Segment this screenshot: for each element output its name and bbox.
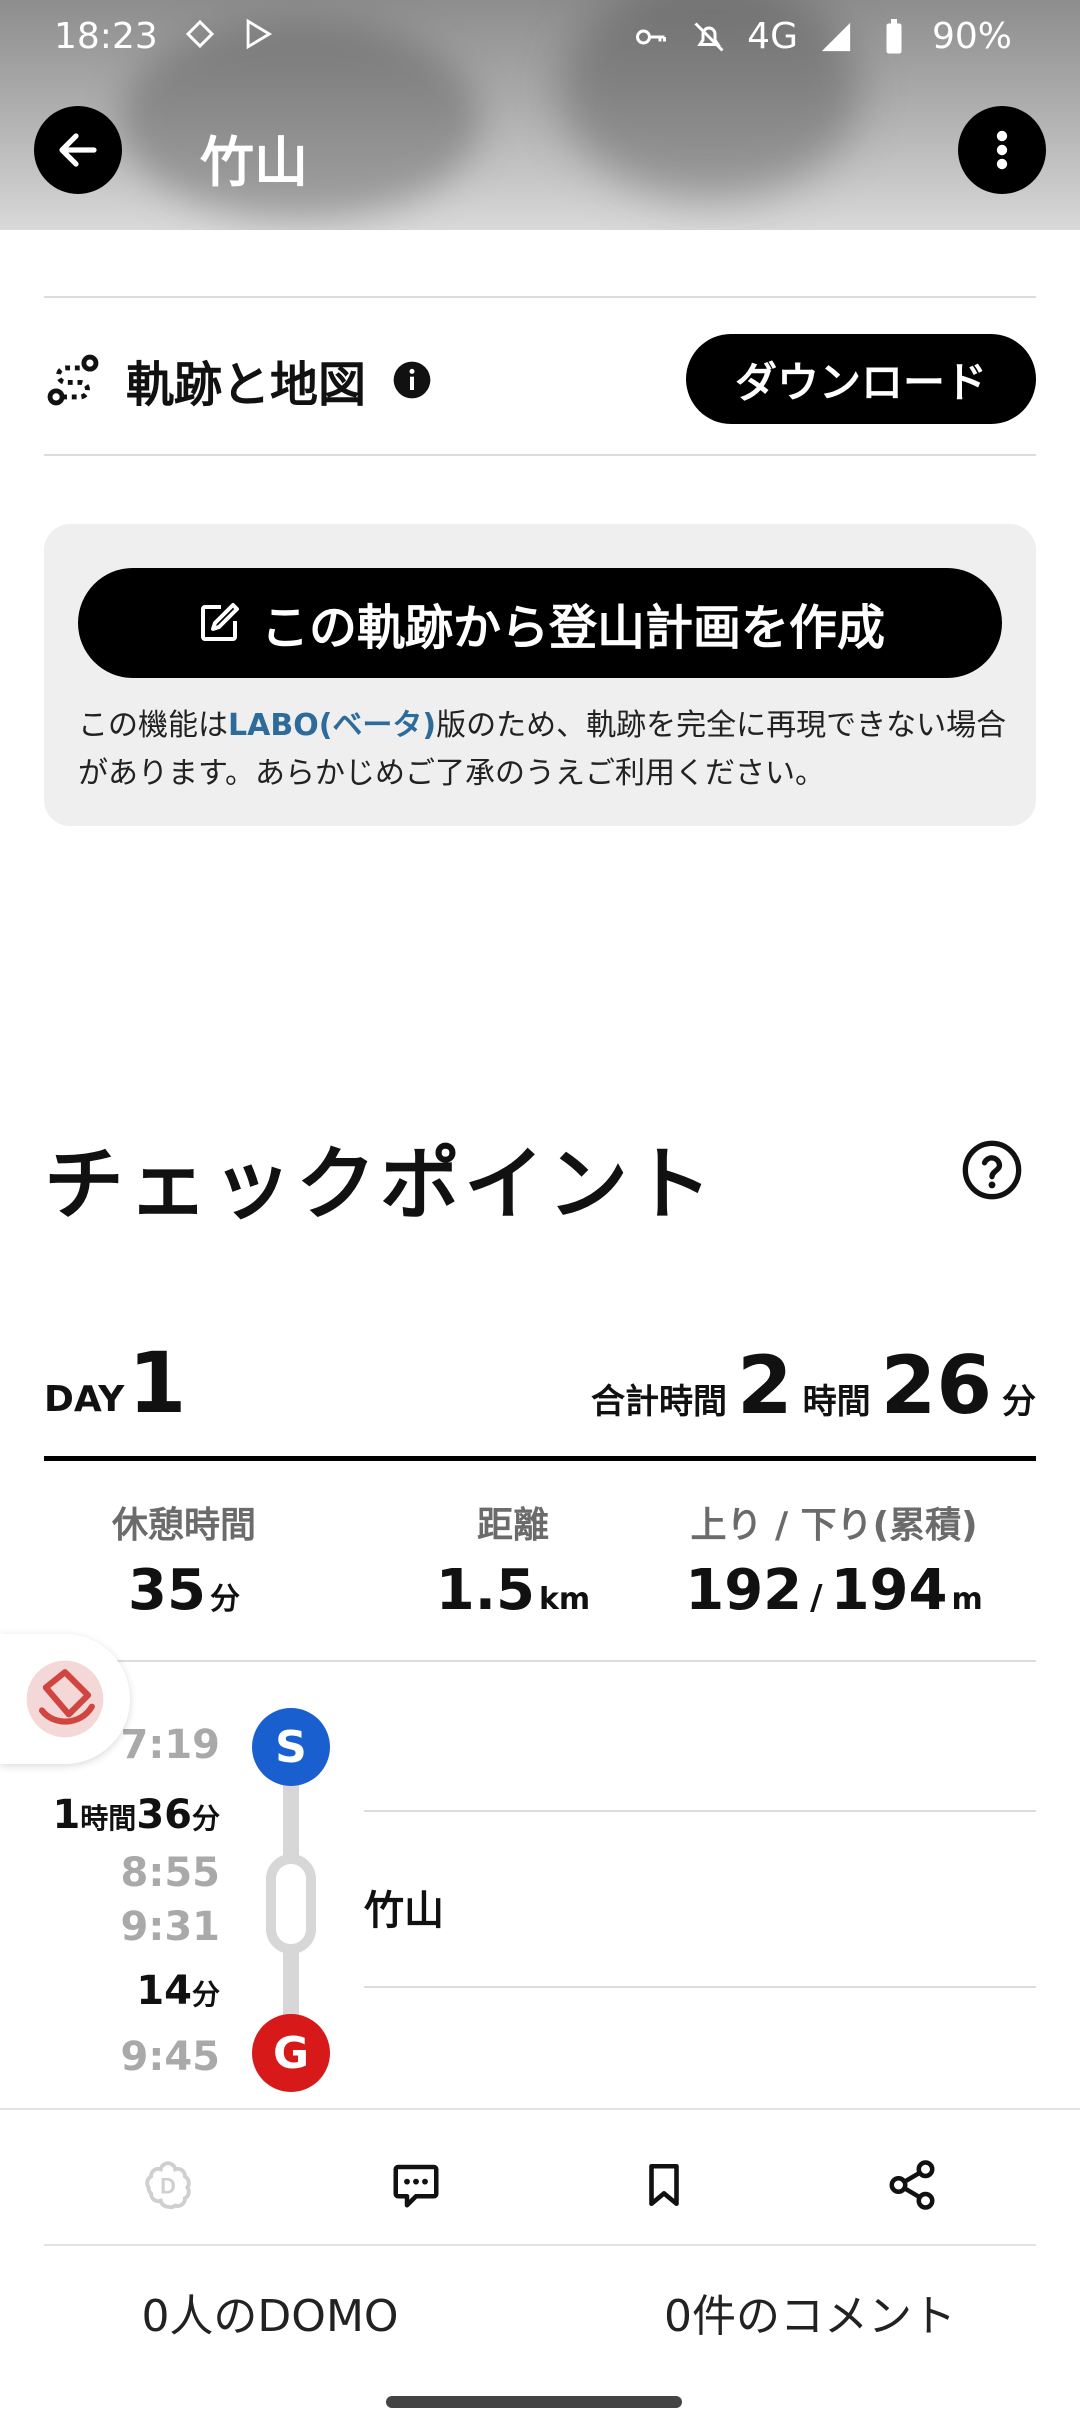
domo-flower-icon: D <box>145 2161 191 2210</box>
info-icon[interactable] <box>392 360 432 400</box>
bottom-action-bar: D 0人のDOMO 0件のコメント <box>0 2108 1080 2432</box>
floating-app-button[interactable] <box>0 1634 130 1764</box>
battery-icon <box>874 17 914 57</box>
share-icon <box>889 2160 935 2210</box>
elevation-stat: 上り / 下り(累積) 192/194 m <box>644 1496 1024 1623</box>
battery-percent: 90% <box>931 16 1012 57</box>
stats-row: 休憩時間 35 分 距離 1.5 km 上り / 下り(累積) 192/194 m <box>44 1496 1036 1623</box>
hours-unit: 時間 <box>802 1382 871 1422</box>
app-logo-icon <box>26 1660 104 1738</box>
distance-value: 1.5 <box>435 1558 535 1623</box>
distance-stat: 距離 1.5 km <box>378 1496 648 1623</box>
divider <box>44 296 1036 298</box>
checkpoint-node <box>266 1854 316 1954</box>
elevation-up: 192 <box>685 1558 803 1623</box>
day-summary: DAY 1 合計時間 2 時間 26 分 <box>44 1320 1036 1440</box>
more-menu-button[interactable] <box>958 106 1046 194</box>
rest-time-unit: 分 <box>209 1582 240 1617</box>
divider <box>364 1986 1036 1988</box>
domo-button[interactable]: D <box>133 2150 203 2220</box>
bookmark-button[interactable] <box>629 2150 699 2220</box>
more-vertical-icon <box>996 130 1008 170</box>
page-title: 竹山 <box>200 131 308 194</box>
elevation-separator: / <box>810 1578 823 1618</box>
svg-text:D: D <box>160 2173 176 2198</box>
play-store-icon <box>238 14 278 54</box>
rest-time-label: 休憩時間 <box>111 1505 256 1546</box>
rest-time-stat: 休憩時間 35 分 <box>74 1496 294 1623</box>
goal-time: 9:45 <box>120 2034 221 2080</box>
app-notification-icon <box>180 14 220 54</box>
divider <box>44 2244 1036 2246</box>
create-plan-label: この軌跡から登山計画を作成 <box>260 600 885 656</box>
comment-count[interactable]: 0件のコメント <box>540 2280 1080 2344</box>
comment-icon <box>393 2164 439 2208</box>
total-hours: 2 <box>737 1339 793 1432</box>
elevation-down: 194 <box>830 1558 948 1623</box>
checkpoint-name[interactable]: 竹山 <box>364 1878 444 1936</box>
signal-icon <box>816 17 856 57</box>
network-label: 4G <box>747 16 798 57</box>
distance-unit: km <box>538 1582 591 1617</box>
elevation-label: 上り / 下り(累積) <box>690 1505 978 1546</box>
help-icon[interactable] <box>960 1138 1024 1202</box>
seg2-minutes-unit: 分 <box>191 1978 220 2011</box>
seg2-minutes: 14 <box>136 1968 192 2014</box>
download-button[interactable]: ダウンロード <box>686 334 1036 424</box>
beta-note-prefix: この機能は <box>78 708 228 743</box>
divider <box>44 1456 1036 1461</box>
status-bar: 18:23 4G 90% <box>0 0 1080 76</box>
route-icon <box>47 354 99 406</box>
segment-duration: 1時間36分 <box>40 1792 220 1838</box>
track-and-map-row: 軌跡と地図 ダウンロード <box>44 330 1036 430</box>
rest-time-value: 35 <box>128 1558 206 1623</box>
elevation-unit: m <box>951 1582 983 1617</box>
start-badge: S <box>252 1708 330 1786</box>
divider <box>44 1660 1036 1662</box>
status-time: 18:23 <box>54 16 158 57</box>
back-button[interactable] <box>34 106 122 194</box>
create-plan-button[interactable]: この軌跡から登山計画を作成 <box>78 568 1002 678</box>
edit-icon <box>200 603 239 641</box>
total-time: 合計時間 2 時間 26 分 <box>591 1339 1036 1432</box>
seg1-minutes-unit: 分 <box>191 1802 220 1835</box>
mute-icon <box>689 17 729 57</box>
vpn-key-icon <box>631 17 671 57</box>
divider <box>364 1810 1036 1812</box>
labo-link[interactable]: LABO(ベータ) <box>228 708 436 743</box>
home-indicator[interactable] <box>386 2396 682 2408</box>
comment-button[interactable] <box>381 2150 451 2220</box>
share-button[interactable] <box>877 2150 947 2220</box>
track-label: 軌跡と地図 <box>126 357 367 413</box>
arrive-time: 8:55 <box>120 1850 221 1896</box>
header: 18:23 4G 90% 竹山 <box>0 0 1080 230</box>
arrow-left-icon <box>59 133 97 167</box>
seg1-minutes: 36 <box>136 1792 192 1838</box>
seg1-hours-unit: 時間 <box>80 1802 137 1835</box>
total-time-label: 合計時間 <box>591 1382 727 1422</box>
seg1-hours: 1 <box>52 1792 81 1838</box>
plan-box: この軌跡から登山計画を作成 この機能はLABO(ベータ)版のため、軌跡を完全に再… <box>44 524 1036 826</box>
divider <box>44 454 1036 456</box>
distance-label: 距離 <box>476 1505 549 1546</box>
checkpoint-title: チェックポイント <box>44 1138 716 1231</box>
minutes-unit: 分 <box>1002 1382 1036 1422</box>
total-minutes: 26 <box>880 1339 992 1432</box>
bookmark-icon <box>649 2163 679 2207</box>
segment-duration: 14分 <box>40 1968 220 2014</box>
day-label: DAY <box>44 1379 125 1420</box>
goal-badge: G <box>252 2014 330 2092</box>
domo-count[interactable]: 0人のDOMO <box>0 2280 540 2344</box>
depart-time: 9:31 <box>120 1904 221 1950</box>
day-number: 1 <box>128 1334 187 1432</box>
beta-note: この機能はLABO(ベータ)版のため、軌跡を完全に再現できない場合があります。あ… <box>78 702 1008 798</box>
